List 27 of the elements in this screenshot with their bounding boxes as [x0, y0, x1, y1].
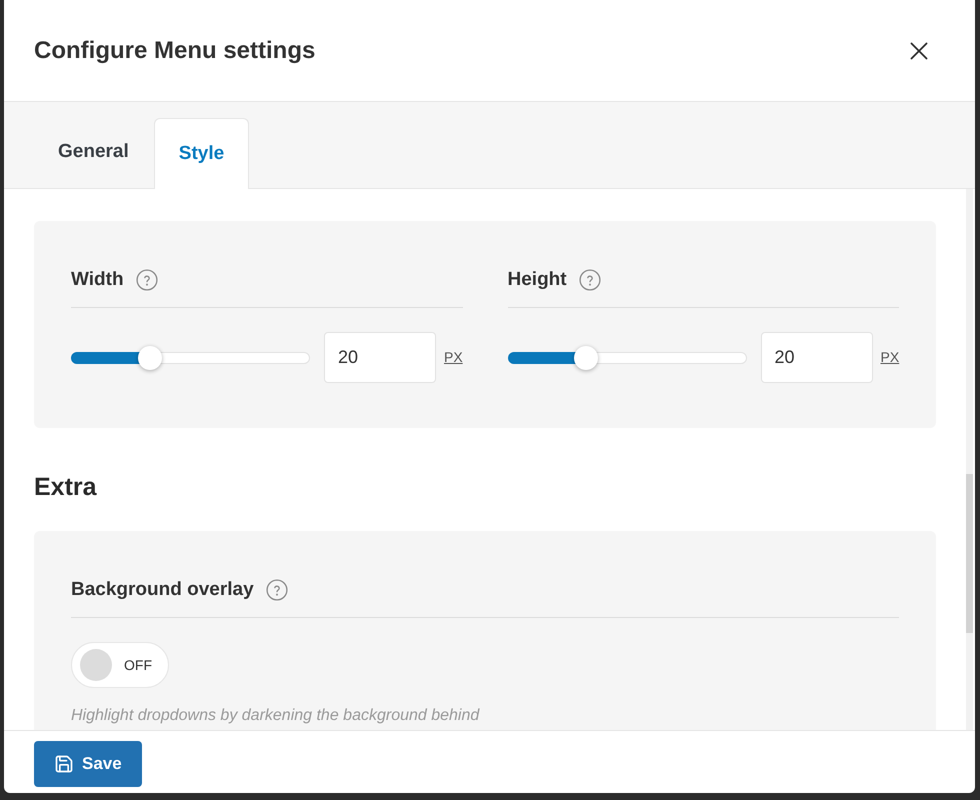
unit-link[interactable]: PX — [880, 347, 900, 368]
slider[interactable] — [71, 346, 310, 370]
setting-label: Height — [508, 268, 567, 292]
number-input[interactable]: 20 — [760, 332, 872, 383]
save-button[interactable]: Save — [34, 741, 142, 787]
setting-label: Background overlay — [71, 578, 254, 602]
help-icon[interactable] — [266, 579, 288, 601]
dialog-title: Configure Menu settings — [34, 36, 316, 66]
section-heading: Extra — [34, 473, 98, 503]
toggle-knob — [80, 649, 112, 681]
number-input[interactable]: 20 — [324, 332, 436, 383]
slider-track[interactable] — [508, 352, 746, 364]
slider-thumb[interactable] — [574, 346, 598, 370]
tab[interactable]: General — [33, 117, 154, 188]
setting-label: Width — [71, 268, 124, 292]
help-icon[interactable] — [136, 269, 158, 291]
toggle-switch[interactable]: OFF — [71, 642, 169, 688]
slider-thumb[interactable] — [138, 346, 162, 370]
slider-track[interactable] — [71, 352, 310, 364]
scrollbar-thumb[interactable] — [966, 474, 973, 633]
scrollbar[interactable] — [966, 189, 973, 730]
save-icon — [54, 754, 74, 774]
setting-description: Highlight dropdowns by darkening the background behind — [71, 706, 481, 726]
help-icon[interactable] — [578, 269, 601, 291]
tab[interactable]: Style — [154, 118, 250, 189]
slider[interactable] — [508, 346, 746, 370]
unit-link[interactable]: PX — [444, 347, 463, 368]
